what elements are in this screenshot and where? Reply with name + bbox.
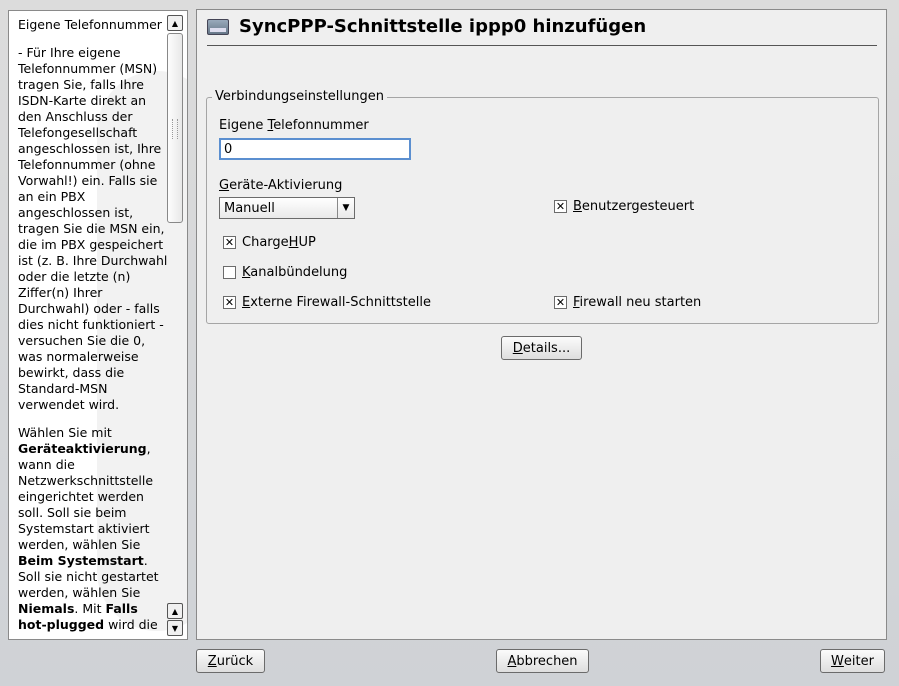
empty-checkbox-icon[interactable] [223,266,236,279]
phone-number-label: Eigene Telefonnummer [219,118,369,133]
help-text-run: Beim Systemstart [18,553,144,568]
check-mark-icon[interactable]: ✕ [554,200,567,213]
channel-bundling-label: Kanalbündelung [242,265,348,280]
main-panel: SyncPPP-Schnittstelle ippp0 hinzufügen V… [196,9,887,640]
help-text-run: Wählen Sie mit [18,425,112,440]
title-divider [207,45,877,46]
chargehup-label: ChargeHUP [242,235,316,250]
help-scrollbar[interactable]: ▲ ▲ ▼ [167,15,183,636]
help-paragraph-2: Wählen Sie mit Geräteaktivierung, wann d… [18,425,168,633]
next-button[interactable]: Weiter [820,649,885,673]
scroll-up-arrow-icon[interactable]: ▲ [167,15,183,31]
connection-settings-group: Verbindungseinstellungen Eigene Telefonn… [206,89,879,324]
help-text-run: , wann die Netzwerkschnittstelle eingeri… [18,441,154,552]
help-paragraph-1: - Für Ihre eigene Telefonnummer (MSN) tr… [18,45,168,413]
scrollbar-thumb[interactable] [167,33,183,223]
device-activation-value: Manuell [224,200,275,216]
scroll-down-arrow-icon[interactable]: ▼ [167,620,183,636]
help-text: Eigene Telefonnummer - Für Ihre eigene T… [18,17,168,639]
scroll-up-small-arrow-icon[interactable]: ▲ [167,603,183,619]
network-card-icon [207,18,229,35]
page-title: SyncPPP-Schnittstelle ippp0 hinzufügen [239,16,647,37]
details-button[interactable]: Details... [501,336,582,360]
help-text-run: Geräteaktivierung [18,441,147,456]
external-firewall-label: Externe Firewall-Schnittstelle [242,295,431,310]
chevron-down-icon[interactable]: ▼ [337,198,354,218]
help-title: Eigene Telefonnummer [18,17,162,32]
help-text-run: - Für Ihre eigene Telefonnummer (MSN) tr… [18,45,168,412]
group-legend: Verbindungseinstellungen [212,89,387,104]
scrollbar-grip [172,119,178,139]
cancel-button[interactable]: Abbrechen [496,649,589,673]
help-text-run: . Mit [74,601,106,616]
help-text-run: wird die [104,617,158,632]
check-mark-icon[interactable]: ✕ [223,236,236,249]
device-activation-select[interactable]: Manuell ▼ [219,197,355,219]
device-activation-label: Geräte-Aktivierung [219,178,343,193]
restart-firewall-checkbox[interactable]: ✕ Firewall neu starten [554,295,701,310]
back-button[interactable]: Zurück [196,649,265,673]
chargehup-checkbox[interactable]: ✕ ChargeHUP [223,235,316,250]
check-mark-icon[interactable]: ✕ [554,296,567,309]
check-mark-icon[interactable]: ✕ [223,296,236,309]
help-text-run: Niemals [18,601,75,616]
help-panel: Eigene Telefonnummer - Für Ihre eigene T… [8,10,188,640]
user-controlled-label: Benutzergesteuert [573,199,695,214]
user-controlled-checkbox[interactable]: ✕ Benutzergesteuert [554,199,694,214]
phone-number-input[interactable] [219,138,411,160]
external-firewall-checkbox[interactable]: ✕ Externe Firewall-Schnittstelle [223,295,431,310]
restart-firewall-label: Firewall neu starten [573,295,702,310]
title-row: SyncPPP-Schnittstelle ippp0 hinzufügen [207,16,646,37]
channel-bundling-checkbox[interactable]: Kanalbündelung [223,265,347,280]
